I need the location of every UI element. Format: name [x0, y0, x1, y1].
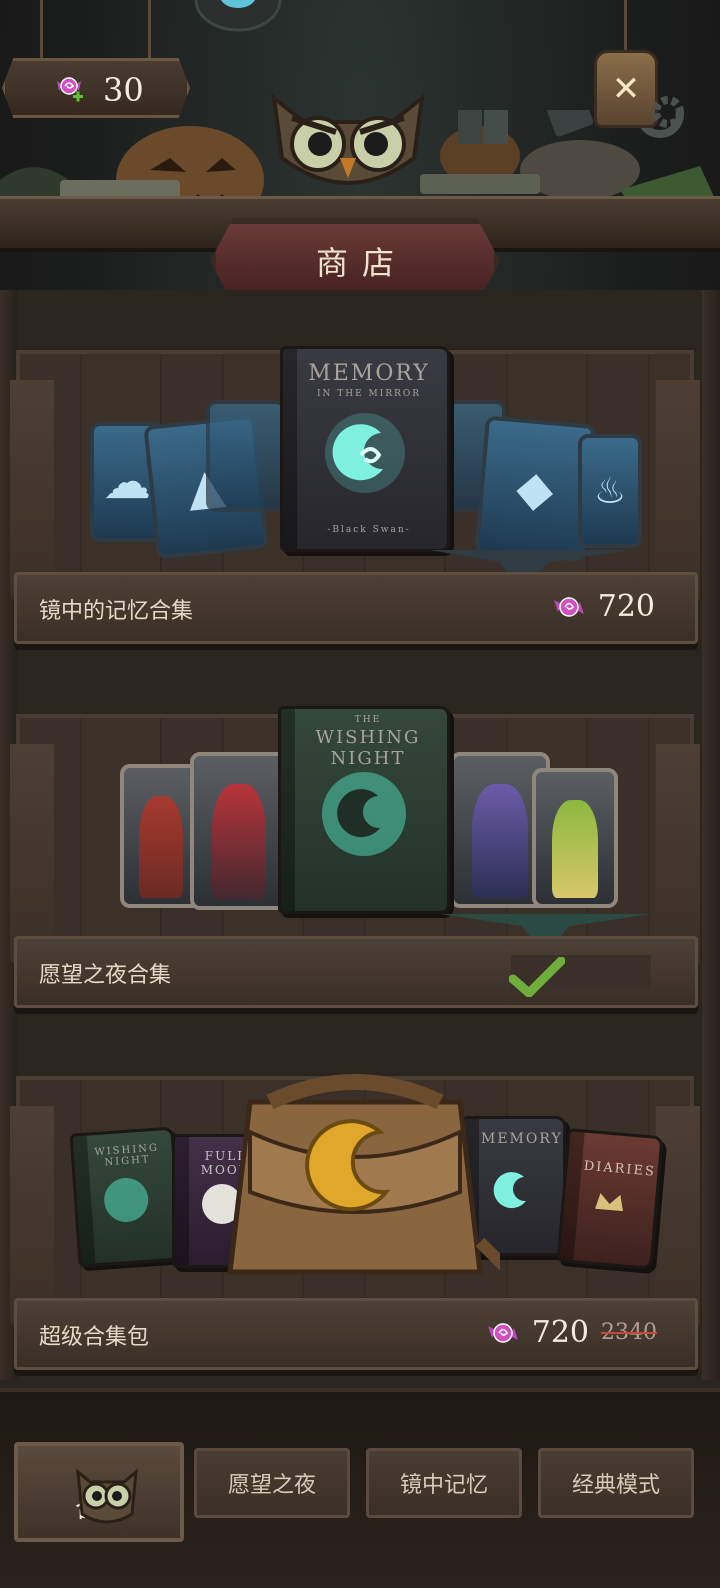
tab-wishing-night[interactable]: 愿望之夜 — [194, 1448, 350, 1518]
character-figure — [138, 796, 184, 898]
book-wishing-night-small: WISHING NIGHT — [69, 1126, 183, 1268]
book-spine — [175, 1137, 189, 1265]
cabinet-side — [702, 290, 720, 1380]
book-memory: MEMORY IN THE MIRROR -Black Swan- — [280, 346, 450, 552]
shelf-memory-collection[interactable]: ☁ ▲ ◆ ♨ MEMORY IN THE MIRROR — [10, 346, 700, 650]
shelf-side — [10, 744, 54, 964]
check-icon — [509, 957, 565, 997]
moon-emblem-icon — [325, 413, 405, 493]
sign-rope — [40, 0, 43, 60]
price-tag[interactable]: 720 — [552, 589, 655, 624]
card-back-left — [206, 400, 286, 512]
book-spine — [283, 349, 297, 549]
owl-mascot — [271, 93, 425, 185]
book-wishing-night: THE WISHING NIGHT — [278, 706, 450, 914]
shelf-side — [656, 380, 700, 600]
character-card — [190, 752, 288, 910]
lantern-rope — [624, 0, 627, 50]
sign-rope — [148, 0, 151, 60]
page-title: 商店 — [315, 244, 408, 282]
collection-name: 镜中的记忆合集 — [39, 599, 194, 624]
price-value: 720 — [597, 589, 655, 624]
moon-emblem-icon — [104, 1177, 149, 1222]
shelf-side — [10, 1106, 54, 1326]
book-subtitle: THE — [354, 715, 382, 725]
book-title: WISHING NIGHT — [315, 727, 421, 769]
tab-collections[interactable]: 合集 — [14, 1442, 184, 1542]
bottom-tab-bar: 合集 愿望之夜 镜中记忆 经典模式 — [0, 1388, 720, 1588]
gear-icon — [652, 96, 684, 128]
shelf-side — [10, 380, 54, 600]
book-title: DIARIES — [583, 1158, 657, 1180]
backpack-icon — [227, 1074, 500, 1275]
tab-label: 愿望之夜 — [227, 1473, 316, 1498]
book-signature: -Black Swan- — [327, 525, 411, 535]
price-tag[interactable]: 720 2340 — [486, 1315, 657, 1350]
candy-icon — [487, 1322, 518, 1343]
close-icon: ✕ — [611, 69, 641, 109]
crown-emblem-icon — [595, 1192, 624, 1211]
currency-counter: 30 — [2, 58, 190, 118]
shop-screen: 30 ✕ 商店 ☁ ◆ ♨ MEMORY IN THE MIRROR -Blac… — [0, 0, 720, 1588]
collection-name: 愿望之夜合集 — [39, 963, 172, 988]
original-price: 2340 — [601, 1320, 657, 1345]
book-diaries: DIARIES — [556, 1128, 664, 1270]
tab-mirror-memory[interactable]: 镜中记忆 — [366, 1448, 522, 1518]
owl-icon — [76, 1468, 138, 1524]
candy-plus-icon — [57, 77, 83, 102]
character-figure — [472, 784, 528, 898]
moon-emblem-icon — [322, 772, 406, 857]
collection-name: 超级合集包 — [39, 1325, 150, 1350]
mascot-peek-icon — [194, 0, 282, 32]
book-spine — [281, 709, 295, 911]
shelf-side — [656, 1106, 700, 1326]
currency-value: 30 — [103, 71, 144, 109]
price-value: 720 — [531, 1315, 589, 1350]
card-flame: ♨ — [578, 434, 642, 548]
owned-banner — [509, 955, 651, 997]
character-card — [532, 768, 618, 908]
book-subtitle: IN THE MIRROR — [316, 389, 422, 399]
character-figure — [212, 784, 266, 900]
shelf-super-bundle[interactable]: WISHING NIGHT FULL MOON MEMORY DIARIES 超… — [10, 1074, 700, 1376]
candy-icon — [553, 596, 584, 617]
wolf-icon: ◆ — [514, 459, 556, 519]
book-title: MEMORY — [308, 361, 430, 386]
header-area: 30 ✕ 商店 — [0, 0, 720, 304]
tab-classic-mode[interactable]: 经典模式 — [538, 1448, 694, 1518]
flame-icon: ♨ — [593, 470, 627, 512]
shelf-board: 愿望之夜合集 — [14, 936, 698, 1008]
book-title: WISHING NIGHT — [94, 1142, 160, 1169]
shelf-board: 超级合集包 720 2340 — [14, 1298, 698, 1370]
shelf-cabinet: ☁ ▲ ◆ ♨ MEMORY IN THE MIRROR — [0, 290, 720, 1390]
tab-label: 镜中记忆 — [399, 1473, 488, 1498]
tab-label: 经典模式 — [571, 1473, 660, 1498]
shelf-side — [656, 744, 700, 964]
shelf-wishing-night-collection[interactable]: THE WISHING NIGHT 愿望之夜合集 — [10, 706, 700, 1014]
shelf-board: 镜中的记忆合集 720 — [14, 572, 698, 644]
character-figure — [551, 800, 599, 898]
